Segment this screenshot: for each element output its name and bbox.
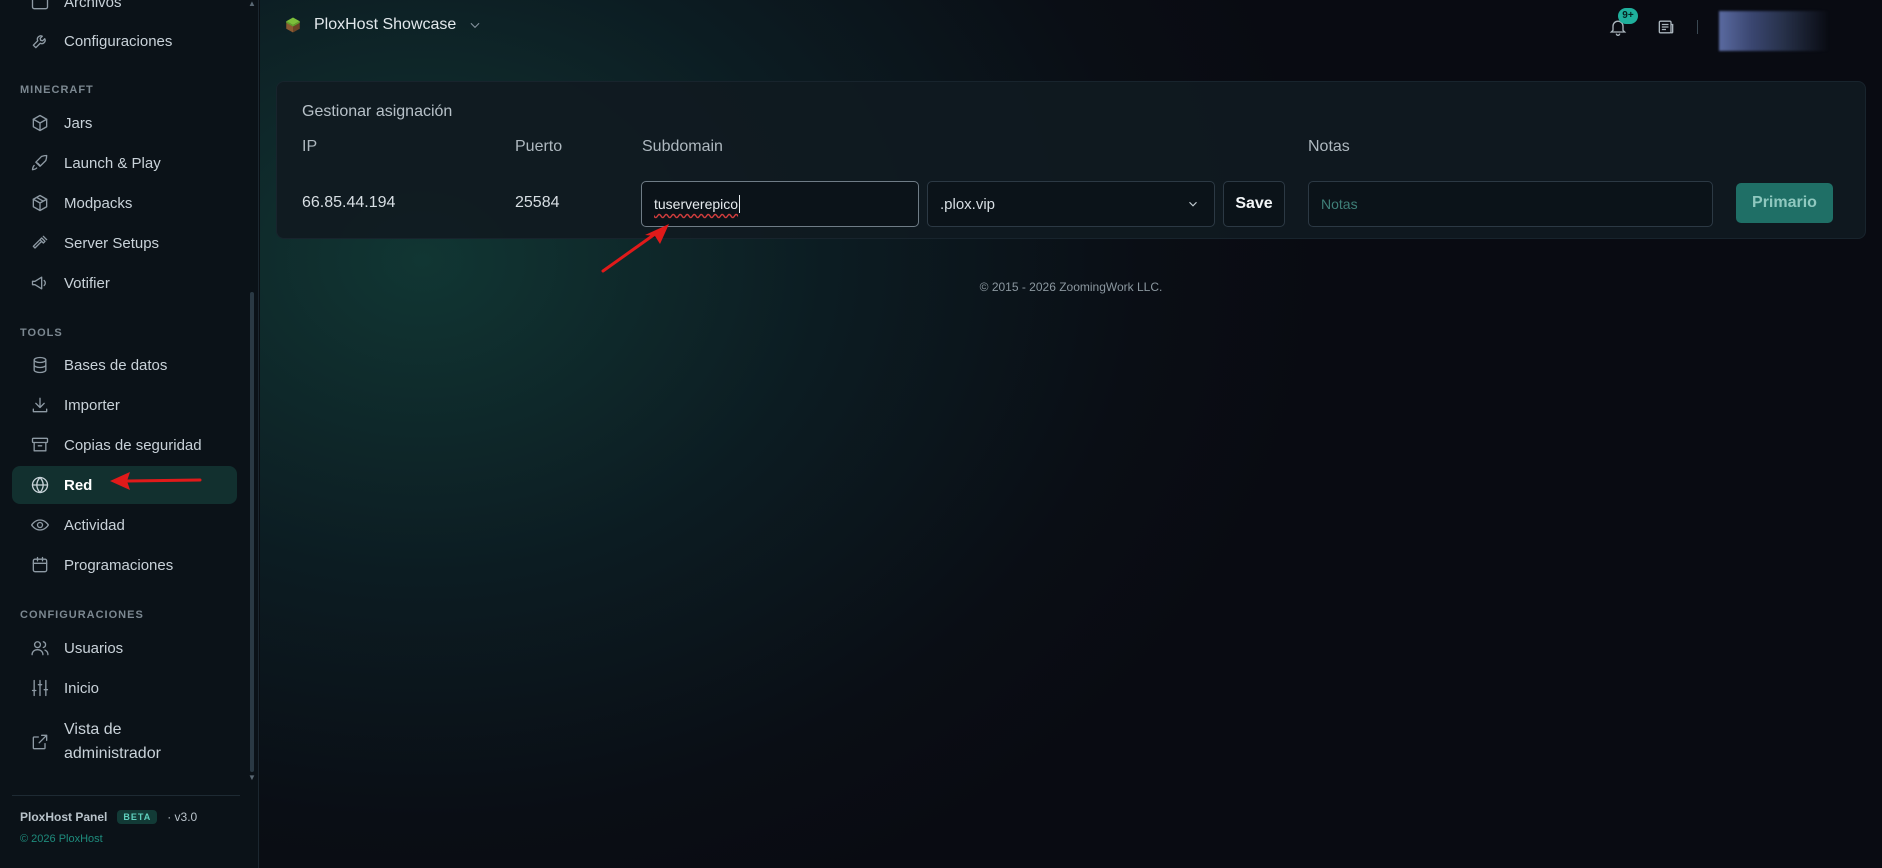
subdomain-input-value: tuserverepico (654, 196, 739, 212)
sidebar-item-launch-play[interactable]: Launch & Play (12, 144, 237, 182)
main-content: PloxHost Showcase 9+ Gestionar asignació… (260, 0, 1882, 868)
sidebar-item-programaciones[interactable]: Programaciones (12, 546, 237, 584)
sidebar-item-server-setups[interactable]: Server Setups (12, 224, 237, 262)
column-header-ip: IP (302, 138, 318, 155)
grass-block-icon (286, 17, 300, 33)
allocation-card: Gestionar asignación IP Puerto Subdomain… (276, 81, 1866, 239)
sidebar-item-configuraciones[interactable]: Configuraciones (12, 22, 237, 60)
eye-icon (30, 515, 50, 535)
column-header-port: Puerto (515, 138, 563, 155)
rocket-icon (30, 153, 50, 173)
sidebar-footer-brand: PloxHost Panel BETA · v3.0 (20, 810, 197, 824)
sidebar-item-label: Copias de seguridad (64, 436, 202, 454)
sidebar-item-red[interactable]: Red (12, 466, 237, 504)
sidebar-item-actividad[interactable]: Actividad (12, 506, 237, 544)
sidebar-item-jars[interactable]: Jars (12, 104, 237, 142)
brand-name: PloxHost Panel (20, 810, 108, 824)
sidebar-item-label: Configuraciones (64, 32, 173, 50)
notification-badge: 9+ (1618, 8, 1638, 24)
sidebar-item-vista-de-administrador[interactable]: Vista de administrador (12, 713, 237, 771)
notes-input[interactable]: Notas (1308, 181, 1713, 227)
sliders-icon (30, 678, 50, 698)
sidebar-item-archivos[interactable]: Archivos (12, 0, 237, 21)
avatar[interactable] (1719, 11, 1829, 51)
sidebar-item-label: Votifier (64, 274, 110, 292)
version-label: · v3.0 (167, 810, 198, 824)
card-title: Gestionar asignación (302, 103, 453, 120)
megaphone-icon (30, 273, 50, 293)
users-icon (30, 638, 50, 658)
column-header-subdomain: Subdomain (642, 138, 723, 155)
section-title-minecraft: MINECRAFT (20, 84, 94, 96)
calendar-icon (30, 555, 50, 575)
page-copyright: © 2015 - 2026 ZoomingWork LLC. (979, 280, 1163, 294)
archive-icon (30, 435, 50, 455)
sidebar-copyright: © 2026 PloxHost (20, 833, 103, 845)
beta-badge: BETA (117, 810, 158, 824)
chevron-down-icon (468, 18, 482, 32)
scroll-up-arrow[interactable]: ▲ (248, 0, 256, 8)
ip-value: 66.85.44.194 (302, 194, 396, 211)
sidebar-item-usuarios[interactable]: Usuarios (12, 629, 237, 667)
sidebar-item-label: Vista de administrador (64, 721, 161, 762)
scroll-down-arrow[interactable]: ▼ (248, 774, 256, 782)
section-title-configuraciones: CONFIGURACIONES (20, 609, 144, 621)
globe-icon (30, 475, 50, 495)
domain-select[interactable]: .plox.vip (927, 181, 1215, 227)
column-header-notes: Notas (1308, 138, 1350, 155)
sidebar-divider (12, 795, 240, 796)
box-icon (30, 193, 50, 213)
sidebar-item-label: Inicio (64, 679, 100, 697)
sidebar-item-label: Jars (64, 114, 93, 132)
sidebar-item-label: Server Setups (64, 234, 160, 252)
sidebar-item-label: Programaciones (64, 556, 174, 574)
sidebar-item-modpacks[interactable]: Modpacks (12, 184, 237, 222)
hammer-icon (30, 233, 50, 253)
notes-placeholder: Notas (1321, 196, 1358, 212)
server-selector[interactable]: PloxHost Showcase (284, 16, 482, 34)
domain-select-value: .plox.vip (940, 195, 996, 213)
wrench-icon (30, 31, 50, 51)
header-divider (1697, 20, 1698, 34)
folder-icon (30, 0, 50, 12)
primary-button[interactable]: Primario (1736, 183, 1833, 223)
sidebar-item-copias-de-seguridad[interactable]: Copias de seguridad (12, 426, 237, 464)
subdomain-input[interactable]: tuserverepico (641, 181, 919, 227)
external-link-icon (30, 732, 50, 752)
sidebar-item-label: Actividad (64, 516, 125, 534)
chevron-down-icon (1189, 201, 1197, 207)
sidebar: Archivos Configuraciones MINECRAFT Jars … (0, 0, 259, 868)
sidebar-item-label: Modpacks (64, 194, 133, 212)
database-icon (30, 355, 50, 375)
save-button[interactable]: Save (1223, 181, 1285, 227)
sidebar-item-importer[interactable]: Importer (12, 386, 237, 424)
cube-icon (30, 113, 50, 133)
news-button[interactable] (1656, 17, 1678, 39)
sidebar-item-label: Archivos (64, 0, 122, 11)
sidebar-item-label: Launch & Play (64, 154, 161, 172)
text-caret (739, 195, 741, 213)
sidebar-item-inicio[interactable]: Inicio (12, 669, 237, 707)
server-name: PloxHost Showcase (314, 16, 457, 33)
sidebar-item-bases-de-datos[interactable]: Bases de datos (12, 346, 237, 384)
sidebar-scrollbar[interactable] (250, 292, 254, 772)
download-icon (30, 395, 50, 415)
sidebar-item-label: Usuarios (64, 639, 124, 657)
sidebar-item-label: Importer (64, 396, 120, 414)
section-title-tools: TOOLS (20, 327, 63, 339)
sidebar-item-label: Red (64, 476, 93, 494)
port-value: 25584 (515, 194, 560, 211)
newspaper-icon (1658, 20, 1674, 34)
sidebar-item-votifier[interactable]: Votifier (12, 264, 237, 302)
sidebar-item-label: Bases de datos (64, 356, 168, 374)
